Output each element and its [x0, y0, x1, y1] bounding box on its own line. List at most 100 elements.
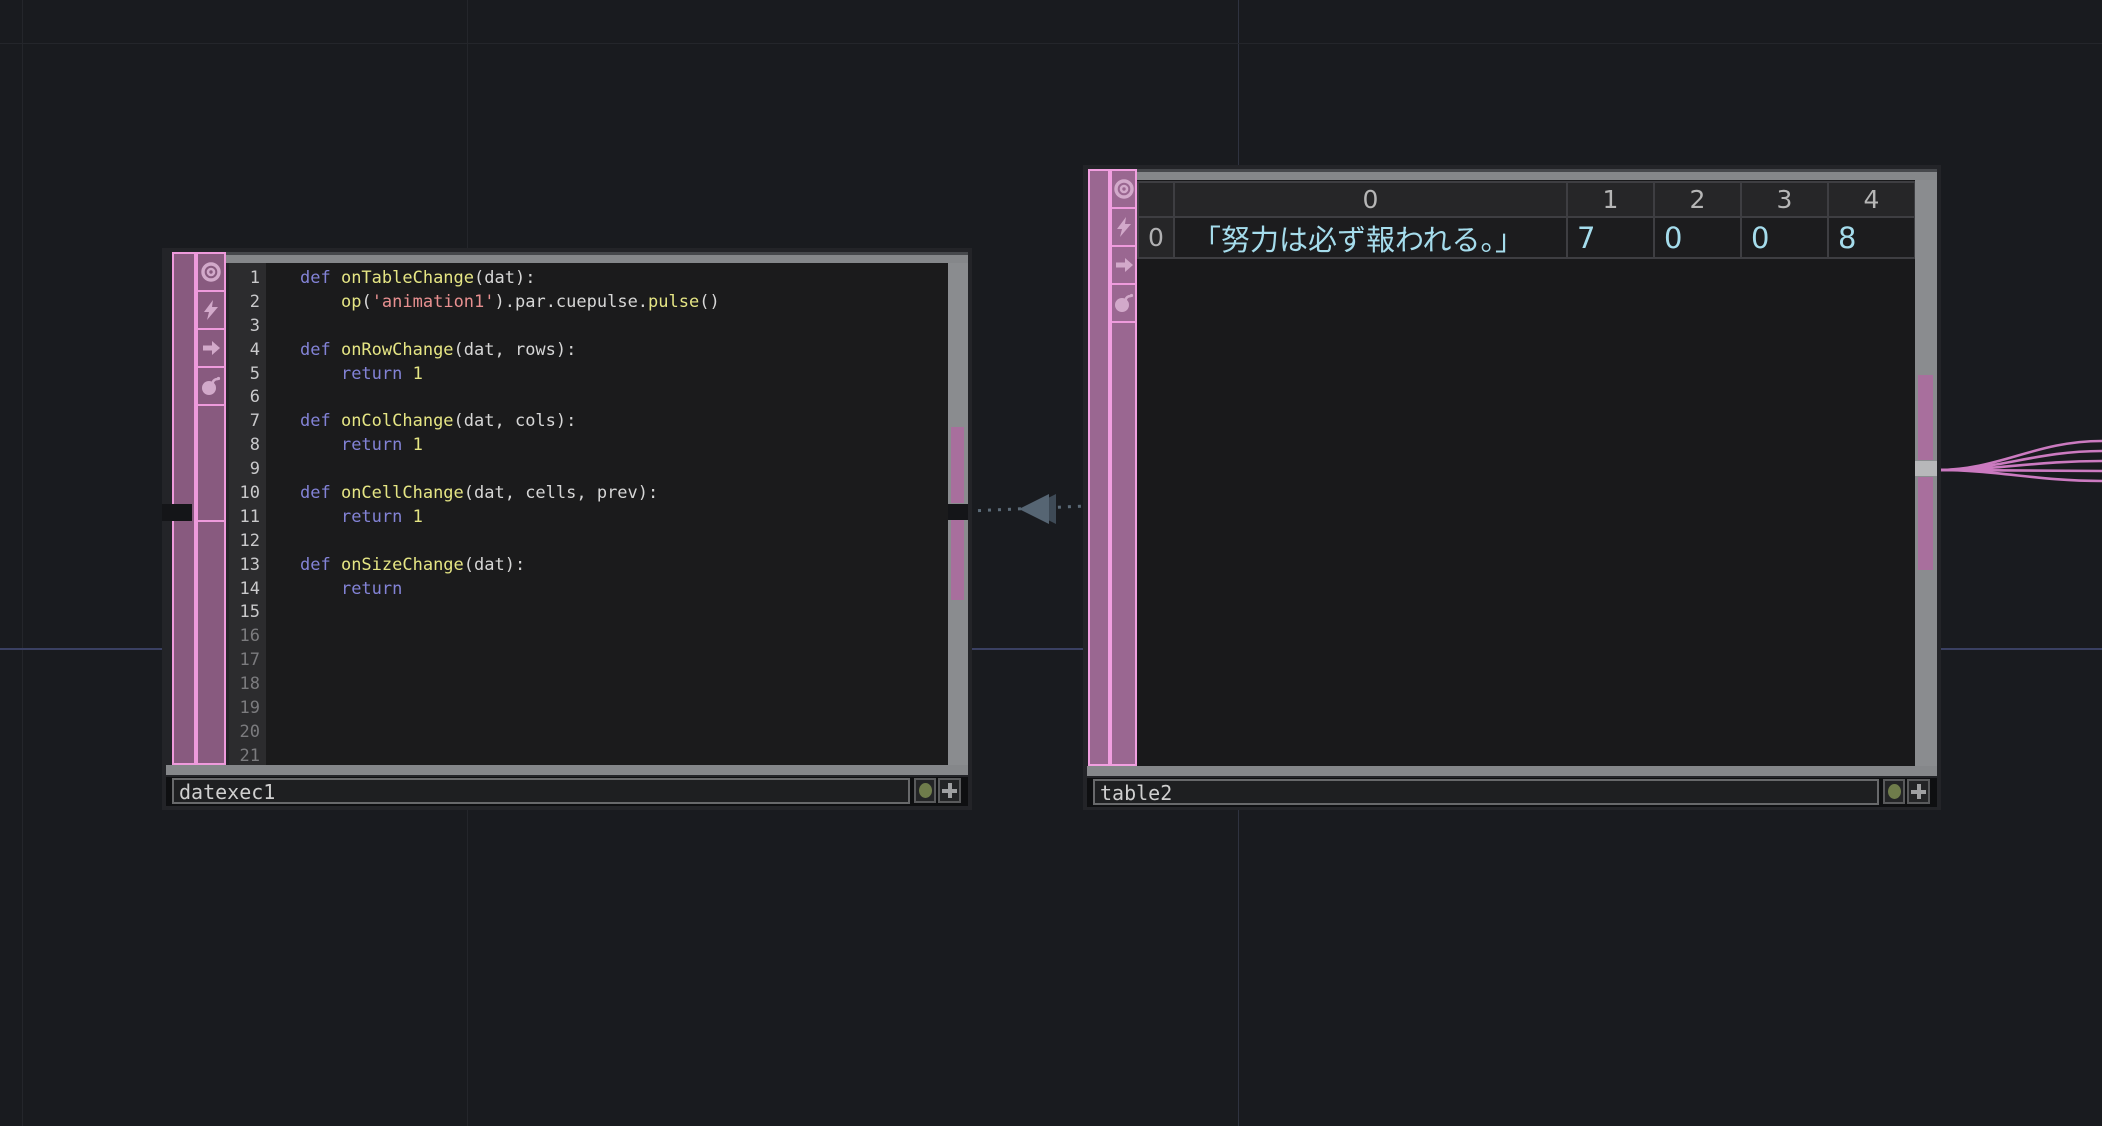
- lightning-icon: [199, 298, 223, 322]
- line-number: 21: [229, 745, 269, 769]
- output-wire: [1937, 470, 2102, 471]
- table-viewer[interactable]: 012340「努力は必ず報われる。」7008: [1137, 180, 1915, 766]
- line-number: 9: [229, 458, 269, 482]
- line-number: 1: [229, 267, 269, 291]
- grid-line-horizontal: [0, 43, 2102, 44]
- code-text: [269, 530, 300, 554]
- line-number: 7: [229, 410, 269, 434]
- viewer-flag-button[interactable]: [198, 254, 224, 292]
- code-text: def onSizeChange(dat):: [269, 554, 525, 578]
- code-line: 12: [229, 530, 948, 554]
- node-table2[interactable]: 012340「努力は必ず報われる。」7008 table2: [1083, 165, 1941, 810]
- table-column-header[interactable]: 2: [1655, 183, 1742, 218]
- line-number: 18: [229, 673, 269, 697]
- table-column-header[interactable]: 3: [1742, 183, 1829, 218]
- right-rail-connector[interactable]: [951, 427, 964, 503]
- line-number: 4: [229, 339, 269, 363]
- line-number: 8: [229, 434, 269, 458]
- line-number: 6: [229, 386, 269, 410]
- code-text: return 1: [269, 434, 423, 458]
- code-text: [269, 386, 300, 410]
- table-column-header[interactable]: 1: [1568, 183, 1655, 218]
- node-name-field[interactable]: table2: [1093, 779, 1879, 805]
- viewer-flag-dot-icon: [1888, 784, 1901, 799]
- node-name-bar: datexec1: [166, 777, 968, 806]
- dat-input-connector[interactable]: [162, 504, 192, 521]
- bomb-icon: [1112, 291, 1136, 315]
- code-line: 18: [229, 673, 948, 697]
- node-top-bar: [226, 252, 968, 263]
- node-name-field[interactable]: datexec1: [172, 778, 910, 804]
- arrow-flag-button[interactable]: [1112, 247, 1135, 285]
- table-column-header[interactable]: 0: [1175, 183, 1568, 218]
- node-bottom-bar: [1087, 766, 1937, 776]
- code-line: 4def onRowChange(dat, rows):: [229, 339, 948, 363]
- output-wire: [1937, 470, 2102, 481]
- line-number: 16: [229, 625, 269, 649]
- link-arrow-left-icon: [1019, 494, 1049, 524]
- table-row-header[interactable]: 0: [1139, 218, 1175, 259]
- node-name-bar: table2: [1087, 778, 1937, 807]
- code-lines: 1def onTableChange(dat):2 op('animation1…: [229, 267, 948, 765]
- viewer-flag-button[interactable]: [1112, 171, 1135, 209]
- code-line: 17: [229, 649, 948, 673]
- code-line: 19: [229, 697, 948, 721]
- code-text: def onCellChange(dat, cells, prev):: [269, 482, 658, 506]
- table-cell[interactable]: 「努力は必ず報われる。」: [1175, 218, 1568, 259]
- viewer-icon: [199, 260, 223, 284]
- viewer-flag-button[interactable]: [1883, 779, 1905, 804]
- code-line: 13def onSizeChange(dat):: [229, 554, 948, 578]
- code-line: 2 op('animation1').par.cuepulse.pulse(): [229, 291, 948, 315]
- lightning-flag-button[interactable]: [198, 292, 224, 330]
- viewer-flag-dot-icon: [919, 783, 932, 798]
- dat-output-connector[interactable]: [948, 504, 968, 520]
- line-number: 12: [229, 530, 269, 554]
- network-editor-canvas[interactable]: 1def onTableChange(dat):2 op('animation1…: [0, 0, 2102, 1126]
- table-grid: 012340「努力は必ず報われる。」7008: [1137, 181, 1916, 259]
- plus-icon: [1911, 784, 1926, 799]
- table-corner-cell[interactable]: [1139, 183, 1175, 218]
- arrow-flag-button[interactable]: [198, 330, 224, 368]
- viewer-flag-button[interactable]: [914, 778, 936, 803]
- line-number: 11: [229, 506, 269, 530]
- code-text: op('animation1').par.cuepulse.pulse(): [269, 291, 720, 315]
- code-text: [269, 649, 300, 673]
- code-text: [269, 625, 300, 649]
- right-rail-connector[interactable]: [1918, 477, 1933, 570]
- node-datexec1[interactable]: 1def onTableChange(dat):2 op('animation1…: [162, 248, 972, 810]
- code-text: def onColChange(dat, cols):: [269, 410, 576, 434]
- plus-icon: [942, 783, 957, 798]
- table-column-header[interactable]: 4: [1829, 183, 1916, 218]
- line-number: 19: [229, 697, 269, 721]
- code-line: 3: [229, 315, 948, 339]
- code-line: 1def onTableChange(dat):: [229, 267, 948, 291]
- table-cell[interactable]: 0: [1655, 218, 1742, 259]
- expand-button[interactable]: [938, 778, 961, 803]
- dat-reference-link[interactable]: [968, 506, 1087, 511]
- dat-output-connector[interactable]: [1915, 461, 1937, 476]
- code-line: 21: [229, 745, 948, 769]
- right-rail-connector[interactable]: [951, 520, 964, 600]
- code-line: 9: [229, 458, 948, 482]
- bomb-flag-button[interactable]: [198, 368, 224, 406]
- lightning-flag-button[interactable]: [1112, 209, 1135, 247]
- table-cell[interactable]: 7: [1568, 218, 1655, 259]
- code-text: return: [269, 578, 402, 602]
- code-text: [269, 601, 300, 625]
- expand-button[interactable]: [1907, 779, 1930, 804]
- code-text: return 1: [269, 363, 423, 387]
- bomb-flag-button[interactable]: [1112, 285, 1135, 323]
- arrow-icon: [199, 336, 223, 360]
- code-text: [269, 721, 300, 745]
- link-arrow-shadow: [1026, 494, 1056, 524]
- arrow-icon: [1112, 253, 1136, 277]
- code-text: [269, 697, 300, 721]
- table-cell[interactable]: 0: [1742, 218, 1829, 259]
- rail-divider: [196, 520, 226, 522]
- table-output-wires[interactable]: [1937, 441, 2102, 481]
- node-left-rail[interactable]: [1088, 169, 1110, 766]
- code-line: 11 return 1: [229, 506, 948, 530]
- grid-line-vertical: [22, 0, 23, 1126]
- right-rail-connector[interactable]: [1918, 375, 1933, 460]
- table-cell[interactable]: 8: [1829, 218, 1916, 259]
